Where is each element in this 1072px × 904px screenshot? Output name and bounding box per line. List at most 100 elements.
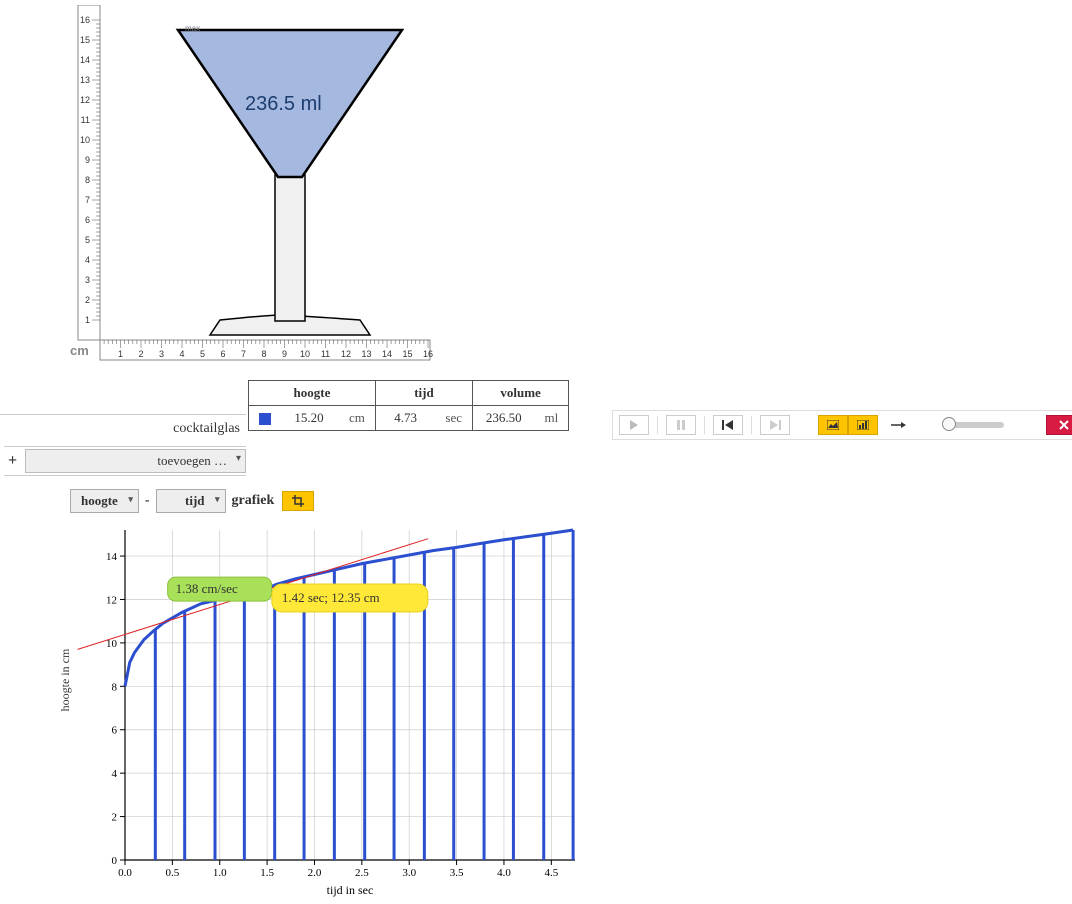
- measurements-table: hoogte tijd volume 15.20 cm 4.73 sec 236…: [248, 380, 569, 431]
- svg-text:15: 15: [402, 349, 412, 359]
- rewind-start-icon: [722, 420, 734, 430]
- glass-svg: 12345678910111213141516 1234567891011121…: [70, 5, 435, 365]
- add-glass-row: + toevoegen …: [4, 446, 246, 476]
- bar-chart-icon: [857, 420, 869, 430]
- svg-text:15: 15: [80, 35, 90, 45]
- volume-unit: ml: [535, 406, 569, 431]
- separator: [704, 416, 705, 434]
- forward-end-button[interactable]: [760, 415, 790, 435]
- ruler-unit-label: cm: [70, 343, 89, 358]
- svg-text:1.42 sec; 12.35 cm: 1.42 sec; 12.35 cm: [282, 590, 380, 605]
- delete-button[interactable]: [1046, 415, 1072, 435]
- pause-button[interactable]: [666, 415, 696, 435]
- svg-text:4: 4: [112, 768, 118, 780]
- svg-text:2.5: 2.5: [355, 867, 369, 879]
- pause-icon: [676, 420, 686, 430]
- tijd-unit: sec: [435, 406, 472, 431]
- speed-slider[interactable]: [944, 422, 1004, 428]
- svg-text:0.0: 0.0: [118, 867, 132, 879]
- rewind-start-button[interactable]: [713, 415, 743, 435]
- svg-text:0.5: 0.5: [165, 867, 179, 879]
- volume-display: 236.5 ml: [245, 93, 322, 116]
- hoogte-value[interactable]: 15.20: [279, 406, 339, 431]
- x-axis-select-text: tijd: [185, 493, 205, 508]
- add-glass-select-text: toevoegen …: [157, 453, 227, 468]
- glass-name-text: cocktailglas: [173, 421, 240, 436]
- svg-text:16: 16: [80, 15, 90, 25]
- crop-icon: [292, 495, 304, 507]
- graph-label: grafiek: [230, 493, 275, 509]
- svg-text:3: 3: [85, 275, 90, 285]
- svg-text:1.5: 1.5: [260, 867, 274, 879]
- picture-chart-button[interactable]: [818, 415, 848, 435]
- svg-text:4: 4: [179, 349, 184, 359]
- svg-text:12: 12: [341, 349, 351, 359]
- svg-text:3.0: 3.0: [402, 867, 416, 879]
- arrow-right-button[interactable]: [884, 415, 914, 435]
- chart[interactable]: hoogte in cm 0.00.51.01.52.02.53.03.54.0…: [75, 520, 585, 900]
- chart-type-buttons: [818, 415, 878, 435]
- svg-text:10: 10: [80, 135, 90, 145]
- svg-text:2: 2: [138, 349, 143, 359]
- add-glass-select[interactable]: toevoegen …: [25, 449, 246, 473]
- separator: [657, 416, 658, 434]
- svg-text:1: 1: [118, 349, 123, 359]
- svg-text:4.0: 4.0: [497, 867, 511, 879]
- svg-text:5: 5: [200, 349, 205, 359]
- max-label: max: [185, 24, 200, 33]
- forward-end-icon: [769, 420, 781, 430]
- svg-text:1: 1: [85, 315, 90, 325]
- svg-text:6: 6: [112, 725, 118, 737]
- y-axis-select[interactable]: hoogte: [70, 489, 139, 513]
- svg-text:16: 16: [423, 349, 433, 359]
- bar-chart-button[interactable]: [848, 415, 878, 435]
- series-color-swatch: [259, 413, 271, 425]
- play-button[interactable]: [619, 415, 649, 435]
- separator: [751, 416, 752, 434]
- svg-text:0: 0: [112, 855, 118, 867]
- crop-button[interactable]: [282, 491, 314, 511]
- volume-value[interactable]: 236.50: [473, 406, 535, 431]
- svg-text:2.0: 2.0: [308, 867, 322, 879]
- tijd-value[interactable]: 4.73: [375, 406, 435, 431]
- svg-text:14: 14: [80, 55, 90, 65]
- add-plus-icon[interactable]: +: [4, 452, 21, 470]
- svg-text:2: 2: [85, 295, 90, 305]
- hoogte-unit: cm: [339, 406, 375, 431]
- svg-text:6: 6: [85, 215, 90, 225]
- svg-text:8: 8: [112, 681, 118, 693]
- svg-text:1.38 cm/sec: 1.38 cm/sec: [176, 581, 238, 596]
- picture-icon: [827, 420, 839, 430]
- glass-simulation: cm max 236.5 ml 12345678910111213141516 …: [70, 5, 435, 365]
- svg-text:12: 12: [106, 594, 117, 606]
- svg-text:11: 11: [321, 349, 330, 359]
- svg-text:9: 9: [282, 349, 287, 359]
- slider-thumb[interactable]: [942, 417, 956, 431]
- svg-text:1.0: 1.0: [213, 867, 227, 879]
- svg-text:3.5: 3.5: [450, 867, 464, 879]
- svg-text:tijd in sec: tijd in sec: [327, 883, 374, 897]
- svg-text:14: 14: [382, 349, 392, 359]
- col-header-hoogte: hoogte: [249, 381, 376, 406]
- svg-text:9: 9: [85, 155, 90, 165]
- svg-text:13: 13: [80, 75, 90, 85]
- glass-row-label: cocktailglas: [0, 414, 246, 442]
- play-icon: [629, 420, 639, 430]
- axis-dash: -: [143, 493, 152, 509]
- svg-text:4: 4: [85, 255, 90, 265]
- col-header-volume: volume: [473, 381, 569, 406]
- svg-text:10: 10: [300, 349, 310, 359]
- graph-axis-controls: hoogte - tijd grafiek: [70, 489, 314, 513]
- arrow-right-icon: [891, 421, 907, 429]
- y-axis-title: hoogte in cm: [58, 610, 73, 750]
- y-axis-select-text: hoogte: [81, 493, 118, 508]
- svg-text:13: 13: [361, 349, 371, 359]
- svg-text:5: 5: [85, 235, 90, 245]
- svg-text:14: 14: [106, 551, 118, 563]
- playback-controls: [612, 410, 1072, 440]
- close-icon: [1059, 420, 1069, 430]
- chart-svg: 0.00.51.01.52.02.53.03.54.04.50246810121…: [75, 520, 585, 900]
- svg-text:8: 8: [261, 349, 266, 359]
- svg-text:2: 2: [112, 812, 118, 824]
- x-axis-select[interactable]: tijd: [156, 489, 226, 513]
